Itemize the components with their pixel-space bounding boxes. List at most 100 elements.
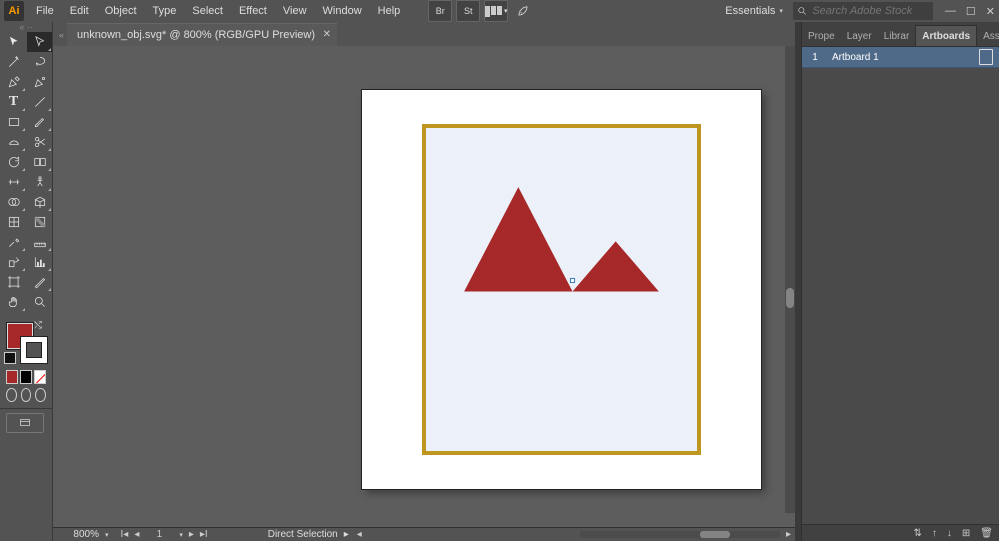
fill-stroke-swatches[interactable]: ⤭: [0, 318, 52, 368]
window-maximize[interactable]: ☐: [966, 5, 976, 18]
draw-normal-button[interactable]: [6, 388, 17, 402]
next-artboard-button[interactable]: ▸: [189, 529, 194, 540]
vertical-scrollbar[interactable]: [785, 46, 795, 513]
tools-collapse-toggle[interactable]: «: [53, 24, 67, 46]
menu-view[interactable]: View: [275, 0, 315, 22]
menu-object[interactable]: Object: [97, 0, 145, 22]
artboard-row[interactable]: 1 Artboard 1: [802, 47, 999, 68]
color-mode-button[interactable]: [6, 370, 18, 384]
zoom-tool[interactable]: [27, 292, 52, 312]
curvature-tool[interactable]: [27, 72, 52, 92]
shaper-tool[interactable]: [1, 132, 26, 152]
slice-tool[interactable]: [27, 272, 52, 292]
menu-type[interactable]: Type: [145, 0, 185, 22]
vertical-scroll-thumb[interactable]: [786, 288, 794, 308]
artwork-svg: [426, 128, 697, 451]
eraser-tool[interactable]: [27, 132, 52, 152]
symbol-sprayer-tool[interactable]: [1, 252, 26, 272]
first-artboard-button[interactable]: I◂: [121, 529, 129, 540]
swap-fill-stroke[interactable]: ⤭: [34, 320, 42, 331]
horizontal-scroll-right[interactable]: ▸: [786, 529, 791, 540]
move-up-button[interactable]: ↑: [932, 528, 937, 539]
status-menu-button[interactable]: ▸: [344, 529, 349, 540]
artboard-tool[interactable]: [1, 272, 26, 292]
eyedropper-tool[interactable]: [1, 232, 26, 252]
menu-help[interactable]: Help: [370, 0, 409, 22]
canvas-area[interactable]: [53, 46, 795, 527]
bridge-button[interactable]: Br: [428, 0, 452, 22]
default-fill-stroke[interactable]: [4, 352, 16, 364]
prev-artboard-button[interactable]: ◂: [134, 529, 139, 540]
lasso-tool[interactable]: [27, 52, 52, 72]
arrange-documents-button[interactable]: ▾: [484, 0, 508, 22]
tab-libraries[interactable]: Librar: [878, 26, 916, 46]
draw-inside-button[interactable]: [35, 388, 46, 402]
tab-asset-export[interactable]: Asset: [977, 26, 999, 46]
zoom-value: 800%: [57, 529, 99, 540]
puppet-icon: [33, 175, 47, 189]
tab-layers[interactable]: Layer: [841, 26, 878, 46]
free-transform-tool[interactable]: [27, 172, 52, 192]
selection-tool[interactable]: [1, 32, 26, 52]
draw-behind-button[interactable]: [21, 388, 32, 402]
width-tool[interactable]: [1, 172, 26, 192]
menu-effect[interactable]: Effect: [231, 0, 275, 22]
horizontal-scroll-thumb[interactable]: [700, 531, 730, 538]
gradient-mode-button[interactable]: [20, 370, 32, 384]
rotate-tool[interactable]: [1, 152, 26, 172]
shapebuilder-icon: [7, 195, 21, 209]
artboard-options-icon[interactable]: [979, 49, 993, 65]
pen-tool[interactable]: [1, 72, 26, 92]
magic-wand-tool[interactable]: [1, 52, 26, 72]
zoom-control[interactable]: 800% ▾: [53, 529, 113, 540]
tools-panel-grip[interactable]: « ··: [0, 22, 52, 32]
menu-select[interactable]: Select: [184, 0, 231, 22]
workspace-label: Essentials: [725, 5, 775, 17]
paintbrush-tool[interactable]: [27, 112, 52, 132]
perspective-grid-tool[interactable]: [27, 192, 52, 212]
hand-tool[interactable]: [1, 292, 26, 312]
rearrange-artboards-button[interactable]: ⇅: [914, 528, 922, 539]
menu-edit[interactable]: Edit: [62, 0, 97, 22]
livepaint-icon: [33, 195, 47, 209]
menu-file[interactable]: File: [28, 0, 62, 22]
none-mode-button[interactable]: [34, 370, 46, 384]
scale-tool[interactable]: [27, 152, 52, 172]
close-tab-button[interactable]: ✕: [323, 29, 331, 40]
horizontal-scrollbar[interactable]: [580, 531, 780, 538]
move-down-button[interactable]: ↓: [947, 528, 952, 539]
last-artboard-button[interactable]: ▸I: [200, 529, 208, 540]
tab-artboards[interactable]: Artboards: [915, 25, 977, 46]
artwork-rectangle[interactable]: [422, 124, 701, 455]
search-stock[interactable]: [793, 2, 933, 20]
gradient-tool[interactable]: [27, 212, 52, 232]
triangle-small[interactable]: [573, 241, 659, 291]
gpu-performance-button[interactable]: [512, 1, 534, 21]
column-graph-tool[interactable]: [27, 252, 52, 272]
shape-builder-tool[interactable]: [1, 192, 26, 212]
direct-selection-tool[interactable]: [27, 32, 52, 52]
window-close[interactable]: ✕: [986, 5, 995, 18]
horizontal-scroll-left[interactable]: ◂: [357, 529, 362, 540]
stroke-swatch[interactable]: [20, 336, 48, 364]
type-tool[interactable]: T: [1, 92, 26, 112]
screen-mode-button[interactable]: [6, 413, 44, 433]
line-segment-tool[interactable]: [27, 92, 52, 112]
search-stock-input[interactable]: [810, 4, 929, 18]
anchor-point[interactable]: [571, 278, 575, 282]
blend-tool[interactable]: [27, 232, 52, 252]
artboard-page-field[interactable]: 1: [145, 529, 173, 540]
tab-properties[interactable]: Prope: [802, 26, 841, 46]
rectangle-tool[interactable]: [1, 112, 26, 132]
delete-artboard-button[interactable]: 🗑: [980, 528, 993, 539]
menu-window[interactable]: Window: [315, 0, 370, 22]
workspace-switcher[interactable]: Essentials ▾: [715, 5, 793, 17]
window-minimize[interactable]: —: [945, 5, 956, 17]
new-artboard-button[interactable]: ⊞: [962, 528, 970, 539]
stock-button[interactable]: St: [456, 0, 480, 22]
mesh-tool[interactable]: [1, 212, 26, 232]
triangle-large[interactable]: [464, 187, 572, 291]
artboard[interactable]: [362, 90, 761, 489]
artboard-row-name[interactable]: Artboard 1: [832, 52, 969, 63]
document-tab[interactable]: unknown_obj.svg* @ 800% (RGB/GPU Preview…: [67, 23, 337, 46]
